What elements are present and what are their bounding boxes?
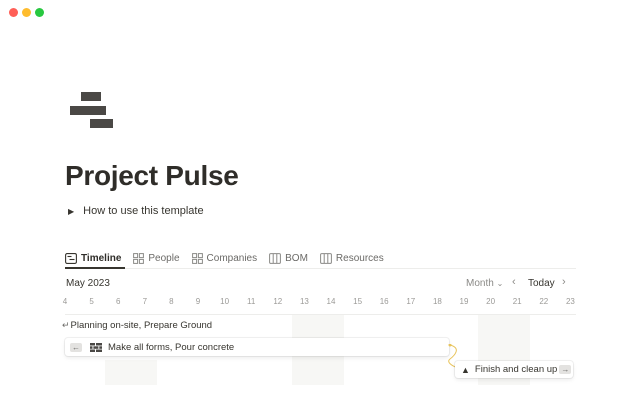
toggle-label: How to use this template — [83, 205, 204, 217]
timeline-day-number: 11 — [247, 297, 256, 306]
window-zoom-button[interactable] — [35, 8, 44, 17]
today-button[interactable]: Today — [528, 278, 555, 289]
back-arrow-icon: ↵ — [62, 319, 70, 330]
timeline-day-number: 13 — [299, 297, 309, 306]
arrow-left-icon[interactable]: ← — [70, 342, 82, 352]
active-tab-underline — [65, 267, 125, 269]
chevron-down-icon: ⌄ — [496, 279, 504, 288]
timeline-scale-select[interactable]: Month ⌄ — [466, 278, 503, 289]
broom-icon: ▲ — [461, 364, 470, 375]
timeline-day-number: 12 — [273, 297, 283, 306]
tab-label: Resources — [335, 252, 384, 264]
tab-label: People — [148, 252, 180, 264]
page-title[interactable]: Project Pulse — [65, 160, 239, 192]
timeline-day-number: 6 — [115, 297, 121, 306]
timeline-item-label: Planning on-site, Prepare Ground — [70, 319, 213, 331]
timeline-day-number: 14 — [326, 297, 336, 306]
timeline-day-number: 15 — [353, 297, 363, 306]
timeline-day-number: 4 — [62, 297, 68, 306]
timeline-day-number: 19 — [459, 297, 469, 306]
timeline-item[interactable]: ↵ Planning on-site, Prepare Ground — [62, 318, 212, 332]
window-close-button[interactable] — [9, 8, 18, 17]
timeline-month-label: May 2023 — [66, 278, 110, 289]
tab-label: Companies — [206, 252, 258, 264]
scale-label: Month — [466, 278, 494, 289]
timeline-day-number: 21 — [512, 297, 522, 306]
timeline-day-number: 10 — [220, 297, 230, 306]
table-icon — [320, 252, 332, 264]
brick-wall-icon — [90, 342, 102, 352]
tab-companies[interactable]: Companies — [191, 250, 258, 266]
bricks-icon[interactable] — [70, 92, 115, 130]
timeline-icon — [65, 252, 77, 264]
timeline-day-number: 23 — [565, 297, 575, 306]
tab-people[interactable]: People — [133, 250, 180, 266]
chevron-left-icon[interactable]: ‹ — [512, 276, 516, 288]
tab-label: Timeline — [81, 252, 122, 264]
view-tabs: Timeline People Companies BOM Resources — [65, 250, 384, 266]
arrow-right-icon[interactable]: → — [559, 365, 572, 374]
timeline-day-number: 9 — [195, 297, 201, 306]
timeline-item-label: Make all forms, Pour concrete — [108, 341, 235, 353]
table-icon — [269, 252, 282, 264]
timeline-item[interactable]: ▲ Finish and clean up → — [455, 361, 573, 378]
tab-resources[interactable]: Resources — [320, 250, 384, 266]
timeline-day-number: 7 — [142, 297, 148, 306]
gallery-icon — [191, 252, 203, 264]
tab-timeline[interactable]: Timeline — [65, 250, 121, 266]
gallery-icon — [133, 252, 145, 264]
timeline-day-number: 5 — [89, 297, 94, 306]
timeline-day-number: 8 — [169, 297, 174, 306]
tabs-divider — [65, 268, 576, 269]
timeline-day-number: 18 — [432, 297, 442, 306]
timeline-item[interactable]: ← Make all forms, Pour concrete — [65, 338, 449, 356]
weekend-column — [105, 360, 157, 385]
timeline-day-number: 17 — [406, 297, 416, 306]
timeline-day-number: 16 — [379, 297, 389, 306]
chevron-right-icon[interactable]: › — [562, 276, 566, 288]
tab-bom[interactable]: BOM — [269, 250, 308, 266]
how-to-use-toggle[interactable]: ▶ How to use this template — [68, 205, 204, 217]
timeline-day-number: 20 — [486, 297, 496, 306]
toggle-triangle-icon[interactable]: ▶ — [68, 207, 74, 216]
window-minimize-button[interactable] — [22, 8, 31, 17]
timeline-item-label: Finish and clean up — [474, 364, 558, 375]
timeline-day-number: 22 — [539, 297, 549, 306]
tab-label: BOM — [285, 252, 308, 264]
